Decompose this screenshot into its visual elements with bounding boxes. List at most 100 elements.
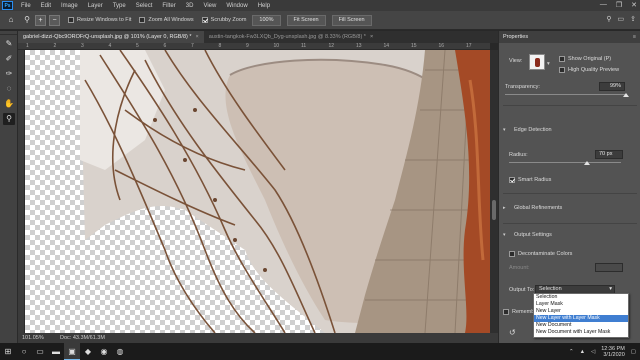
zoom-tool-icon[interactable]: ⚲ (22, 15, 32, 25)
menu-help[interactable]: Help (253, 3, 275, 9)
high-quality-preview-checkbox[interactable]: High Quality Preview (559, 67, 639, 73)
ruler-tick-label: 7 (191, 43, 194, 49)
ruler-tick-label: 15 (411, 43, 417, 49)
close-tab-icon[interactable]: × (196, 31, 199, 43)
app-icon[interactable]: ◍ (112, 343, 128, 360)
volume-icon[interactable]: ◁ (591, 349, 595, 355)
transparency-slider-knob[interactable] (622, 93, 629, 97)
dropdown-item-selection[interactable]: Selection (534, 294, 628, 301)
task-view-icon[interactable]: ▭ (32, 343, 48, 360)
zoom-all-windows-label: Zoom All Windows (148, 17, 194, 23)
search-icon[interactable]: ⚲ (606, 15, 611, 23)
fill-screen-button[interactable]: Fill Screen (331, 14, 372, 26)
checkbox-box (509, 251, 515, 257)
zoom-in-icon[interactable]: + (35, 14, 46, 26)
explorer-icon[interactable]: ▬ (48, 343, 64, 360)
ruler-tick-label: 17 (466, 43, 472, 49)
smart-radius-checkbox[interactable]: Smart Radius (509, 177, 589, 183)
scrollbar-thumb[interactable] (492, 200, 496, 220)
menu-image[interactable]: Image (56, 3, 83, 9)
decontaminate-colors-checkbox[interactable]: Decontaminate Colors (509, 251, 589, 257)
refine-edge-brush-icon[interactable]: ✐ (3, 53, 15, 65)
close-icon[interactable]: ✕ (631, 1, 637, 9)
radius-field[interactable]: 70 px (595, 150, 623, 159)
high-quality-preview-label: High Quality Preview (568, 67, 620, 73)
checkbox-box (503, 309, 509, 315)
panel-menu-icon[interactable]: ≡ (633, 34, 636, 40)
chevron-down-icon: ▾ (503, 127, 506, 133)
menu-file[interactable]: File (16, 3, 36, 9)
transparency-slider[interactable] (505, 94, 627, 95)
panel-grip[interactable] (0, 31, 17, 35)
windows-start-icon[interactable]: ⊞ (0, 343, 16, 360)
clock-time: 12:36 PM (601, 345, 625, 352)
chevron-down-icon[interactable]: ▾ (547, 61, 555, 67)
fit-screen-button[interactable]: Fit Screen (286, 14, 326, 26)
checkbox-box (509, 177, 515, 183)
zoom-level[interactable]: 101.05% (22, 333, 44, 343)
search-icon[interactable]: ○ (16, 343, 32, 360)
minimize-icon[interactable]: — (600, 1, 607, 9)
show-original-checkbox[interactable]: Show Original (P) (559, 56, 639, 62)
network-icon[interactable]: ▲ (580, 349, 585, 355)
global-refinements-section[interactable]: ▸ Global Refinements (499, 205, 640, 211)
radius-slider-knob[interactable] (584, 161, 591, 165)
ruler-tick-label: 16 (438, 43, 445, 49)
photoshop-logo-icon[interactable]: Ps (2, 1, 13, 10)
ruler-tick-label: 6 (163, 43, 167, 49)
workspace-icon[interactable]: ▭ (618, 15, 625, 23)
dropdown-item-new-document-with-mask[interactable]: New Document with Layer Mask (534, 329, 628, 336)
brush-tool-icon[interactable]: ✎ (3, 38, 15, 50)
photoshop-taskbar-icon[interactable]: ▣ (64, 343, 80, 360)
close-tab-icon[interactable]: × (370, 31, 373, 43)
dropdown-item-new-layer-with-mask[interactable]: New Layer with Layer Mask (534, 315, 628, 322)
decontaminate-colors-label: Decontaminate Colors (518, 251, 573, 257)
output-settings-section[interactable]: ▾ Output Settings (499, 232, 640, 238)
zoom-all-windows-checkbox[interactable]: Zoom All Windows (139, 17, 194, 23)
vertical-scrollbar[interactable] (490, 50, 498, 333)
resize-windows-checkbox[interactable]: Resize Windows to Fit (68, 17, 131, 23)
chrome-icon[interactable]: ◉ (96, 343, 112, 360)
menu-3d[interactable]: 3D (181, 3, 199, 9)
status-bar: 101.05% Doc: 43.3M/61.3M (18, 333, 498, 343)
hand-tool-icon[interactable]: ✋ (3, 98, 15, 110)
dropdown-item-layer-mask[interactable]: Layer Mask (534, 301, 628, 308)
tab-gabriel-dizzi[interactable]: gabriel-dizzi-Qbc9OROFrQ-unsplash.jpg @ … (18, 31, 204, 43)
transparency-field[interactable]: 99% (599, 82, 625, 91)
zoom-100-button[interactable]: 100% (252, 14, 281, 26)
taskbar: ⊞ ○ ▭ ▬ ▣ ◆ ◉ ◍ ⌃ ▲ ◁ 12:36 PM 3/1/2020 … (0, 343, 640, 360)
menu-select[interactable]: Select (131, 3, 158, 9)
checkbox-box (139, 17, 146, 23)
document-canvas[interactable] (25, 50, 490, 333)
maximize-icon[interactable]: ❐ (616, 1, 622, 9)
menu-layer[interactable]: Layer (83, 3, 108, 9)
ruler-tick-label: 13 (356, 43, 362, 49)
dropdown-item-new-layer[interactable]: New Layer (534, 308, 628, 315)
clock[interactable]: 12:36 PM 3/1/2020 (601, 346, 625, 358)
zoom-out-icon[interactable]: − (49, 14, 60, 26)
scrubby-zoom-checkbox[interactable]: Scrubby Zoom (201, 17, 246, 23)
home-icon[interactable]: ⌂ (6, 15, 16, 25)
menu-edit[interactable]: Edit (36, 3, 56, 9)
app-icon[interactable]: ◆ (80, 343, 96, 360)
ruler-tick-label: 2 (53, 43, 57, 49)
radius-slider[interactable] (509, 162, 621, 163)
lasso-tool-icon[interactable]: ◌ (3, 83, 15, 95)
notification-chevron-icon[interactable]: ⌃ (569, 349, 574, 355)
edge-detection-section[interactable]: ▾ Edge Detection (499, 127, 640, 133)
tab-austin-tangkok[interactable]: austin-tangkok-Fw3LXQb_Dyg-unsplash.jpg … (204, 31, 378, 43)
share-icon[interactable]: ⇪ (630, 15, 636, 23)
action-center-icon[interactable]: ▢ (631, 349, 636, 355)
smart-radius-label: Smart Radius (518, 177, 552, 183)
reset-icon[interactable]: ↺ (509, 328, 521, 337)
menu-type[interactable]: Type (108, 3, 131, 9)
menu-window[interactable]: Window (221, 3, 252, 9)
amount-field (595, 263, 623, 272)
checkbox-box (559, 56, 565, 62)
quick-selection-icon[interactable]: ✑ (3, 68, 15, 80)
menu-filter[interactable]: Filter (157, 3, 180, 9)
menu-view[interactable]: View (198, 3, 221, 9)
view-mode-thumbnail[interactable] (529, 54, 545, 70)
dropdown-item-new-document[interactable]: New Document (534, 322, 628, 329)
zoom-tool-icon[interactable]: ⚲ (3, 113, 15, 125)
